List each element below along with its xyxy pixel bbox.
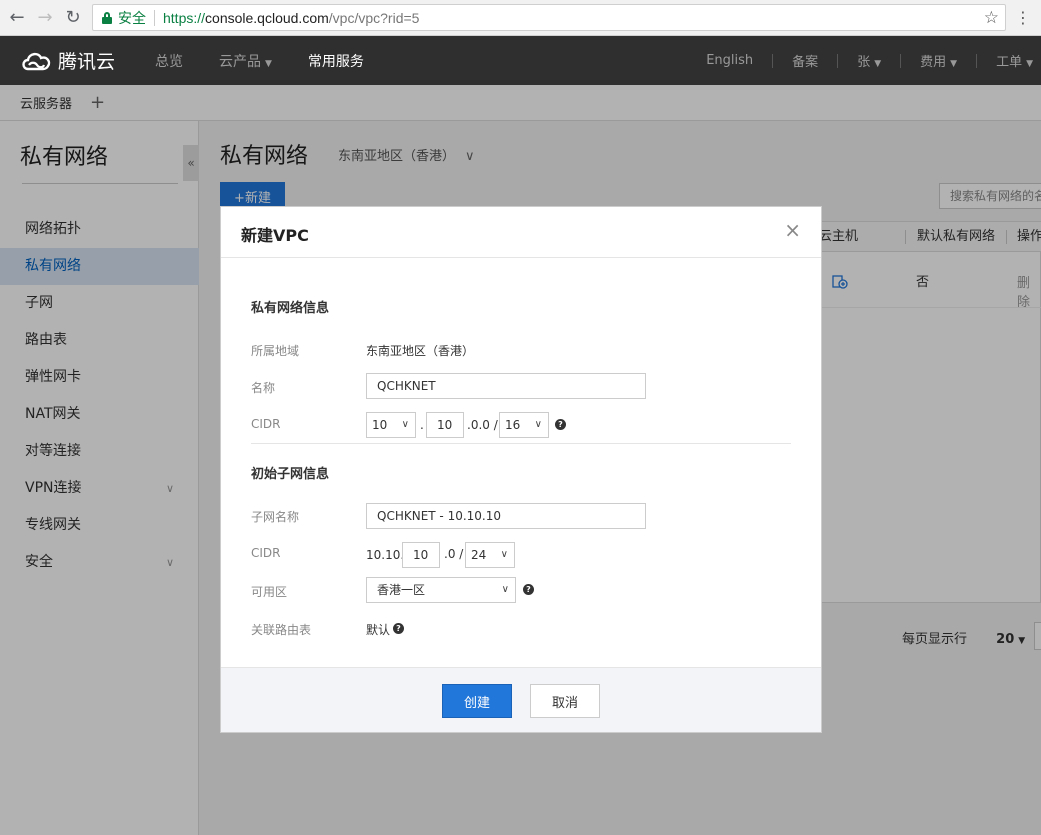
nav-common-services[interactable]: 常用服务 bbox=[308, 51, 364, 71]
subnet-cidr-prefix: 10.10. bbox=[366, 548, 405, 562]
secure-label: 安全 bbox=[118, 10, 146, 27]
url-divider bbox=[154, 9, 155, 26]
route-table-value: 默认 bbox=[366, 623, 391, 637]
chevron-down-icon: ∨ bbox=[501, 584, 509, 595]
address-bar[interactable]: 安全 https://console.qcloud.com/vpc/vpc?ri… bbox=[92, 4, 1006, 31]
top-navigation: 腾讯云 总览 云产品 ▼ 常用服务 English 备案 张 ▼ 费用 ▼ 工单 ▼ bbox=[0, 36, 1041, 85]
chevron-down-icon: ∨ bbox=[500, 549, 508, 560]
region-label: 所属地域 bbox=[251, 344, 300, 358]
cloud-logo-icon bbox=[22, 52, 51, 70]
close-icon[interactable]: × bbox=[784, 220, 801, 240]
zone-select[interactable]: 香港一区 ∨ bbox=[366, 577, 516, 603]
nav-beian[interactable]: 备案 bbox=[773, 51, 837, 70]
url-text[interactable]: https://console.qcloud.com/vpc/vpc?rid=5 bbox=[163, 10, 419, 26]
create-button[interactable]: 创建 bbox=[442, 684, 512, 718]
dialog-title: 新建VPC bbox=[241, 226, 309, 245]
name-label: 名称 bbox=[251, 381, 276, 395]
chevron-down-icon: ▼ bbox=[1026, 59, 1033, 69]
subnet-info-heading: 初始子网信息 bbox=[251, 467, 330, 482]
chevron-down-icon: ▼ bbox=[950, 59, 958, 69]
route-table-label: 关联路由表 bbox=[251, 623, 312, 637]
subnet-cidr-label: CIDR bbox=[251, 546, 281, 560]
reload-icon[interactable]: ↻ bbox=[62, 7, 84, 29]
brand-name: 腾讯云 bbox=[58, 51, 116, 73]
chevron-down-icon: ▼ bbox=[265, 58, 272, 69]
chevron-down-icon: ∨ bbox=[401, 419, 409, 430]
cidr-mask-select[interactable]: 16 ∨ bbox=[499, 412, 549, 438]
dialog-footer: 创建 取消 bbox=[221, 667, 821, 732]
help-icon[interactable]: ? bbox=[523, 584, 534, 595]
section-divider bbox=[251, 443, 791, 444]
top-right-menu: English 备案 张 ▼ 费用 ▼ 工单 ▼ bbox=[696, 36, 1041, 85]
vpc-info-heading: 私有网络信息 bbox=[251, 301, 330, 316]
dialog-header: 新建VPC × bbox=[221, 207, 821, 258]
nav-english[interactable]: English bbox=[696, 53, 772, 68]
vpc-name-input[interactable]: QCHKNET bbox=[366, 373, 646, 399]
nav-overview[interactable]: 总览 bbox=[155, 51, 183, 71]
help-icon[interactable]: ? bbox=[393, 623, 404, 634]
subnet-cidr-third-input[interactable]: 10 bbox=[402, 542, 440, 568]
new-vpc-dialog: 新建VPC × 私有网络信息 所属地域 东南亚地区（香港） 名称 QCHKNET… bbox=[220, 206, 822, 733]
chevron-down-icon: ∨ bbox=[534, 419, 542, 430]
brand-logo[interactable]: 腾讯云 bbox=[20, 47, 115, 74]
cidr-second-octet-input[interactable]: 10 bbox=[426, 412, 464, 438]
cidr-first-octet-select[interactable]: 10 ∨ bbox=[366, 412, 416, 438]
cidr-dot: . bbox=[420, 418, 424, 432]
region-value: 东南亚地区（香港） bbox=[366, 344, 475, 358]
nav-billing[interactable]: 费用 ▼ bbox=[901, 51, 976, 70]
subnet-name-label: 子网名称 bbox=[251, 510, 300, 524]
forward-icon[interactable]: → bbox=[34, 7, 56, 29]
zone-label: 可用区 bbox=[251, 585, 288, 599]
lock-icon bbox=[102, 11, 112, 24]
cidr-suffix: .0.0 / bbox=[467, 418, 498, 432]
chevron-down-icon: ▼ bbox=[874, 59, 882, 69]
cidr-label: CIDR bbox=[251, 417, 281, 431]
bookmark-star-icon[interactable]: ☆ bbox=[984, 8, 999, 28]
browser-menu-icon[interactable]: ⋮ bbox=[1015, 8, 1031, 27]
back-icon[interactable]: ← bbox=[6, 7, 28, 29]
subnet-cidr-suffix: .0 / bbox=[444, 547, 464, 561]
browser-toolbar: ← → ↻ 安全 https://console.qcloud.com/vpc/… bbox=[0, 0, 1041, 36]
help-icon[interactable]: ? bbox=[555, 419, 566, 430]
cancel-button[interactable]: 取消 bbox=[530, 684, 600, 718]
nav-tickets[interactable]: 工单 ▼ bbox=[977, 51, 1041, 70]
subnet-mask-select[interactable]: 24 ∨ bbox=[465, 542, 515, 568]
nav-products[interactable]: 云产品 ▼ bbox=[219, 51, 272, 71]
subnet-name-input[interactable]: QCHKNET - 10.10.10 bbox=[366, 503, 646, 529]
nav-user[interactable]: 张 ▼ bbox=[838, 51, 900, 70]
